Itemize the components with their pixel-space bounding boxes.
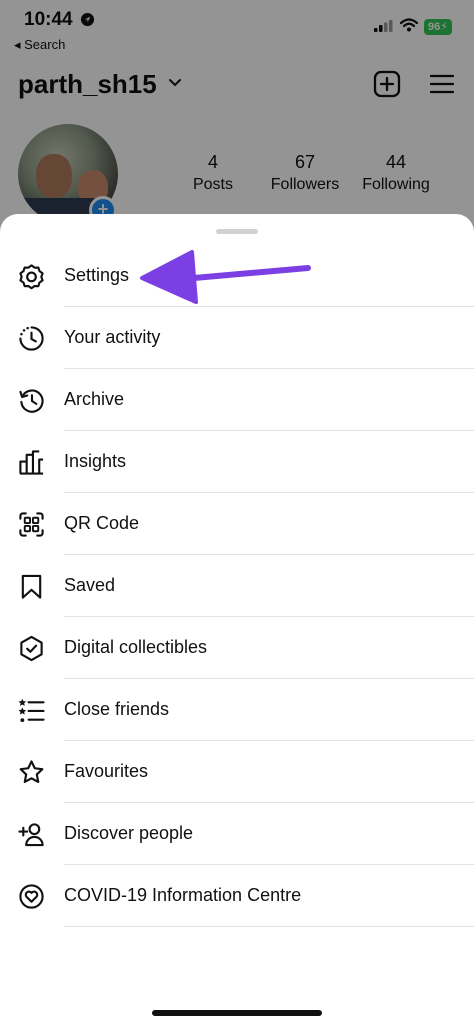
menu-item-label: Your activity [64,327,161,347]
annotation-arrow-icon [140,250,311,304]
menu-item-qr-code[interactable]: QR Code [0,493,474,555]
menu-item-covid-info[interactable]: COVID-19 Information Centre [0,865,474,927]
bookmark-icon [18,573,45,600]
home-indicator[interactable] [152,1010,322,1016]
menu-item-label: Favourites [64,761,149,781]
menu-item-close-friends[interactable]: Close friends [0,679,474,741]
menu-sheet: Settings Your activity Archive Insights [0,214,474,1026]
add-person-icon [18,821,45,848]
insights-icon [18,449,45,476]
menu-item-label: Saved [64,575,116,595]
close-friends-icon [18,697,45,724]
menu-item-insights[interactable]: Insights [0,431,474,493]
menu-item-label: Insights [64,451,127,471]
menu-item-label: Close friends [64,699,170,719]
menu-item-saved[interactable]: Saved [0,555,474,617]
collectibles-icon [18,635,45,662]
archive-icon [18,387,45,414]
menu-item-label: Discover people [64,823,194,843]
activity-icon [18,325,45,352]
menu-list: Settings Your activity Archive Insights [0,245,474,927]
menu-item-label: COVID-19 Information Centre [64,885,302,905]
menu-item-archive[interactable]: Archive [0,369,474,431]
menu-item-your-activity[interactable]: Your activity [0,307,474,369]
menu-item-label: Archive [64,389,125,409]
sheet-grabber[interactable] [216,229,258,234]
menu-item-label: Settings [64,265,130,285]
menu-item-discover-people[interactable]: Discover people [0,803,474,865]
menu-item-favourites[interactable]: Favourites [0,741,474,803]
heart-circle-icon [18,883,45,910]
qr-code-icon [18,511,45,538]
settings-icon [18,263,45,290]
star-icon [18,759,45,786]
menu-item-digital-collectibles[interactable]: Digital collectibles [0,617,474,679]
menu-item-label: QR Code [64,513,140,533]
menu-item-label: Digital collectibles [64,637,208,657]
